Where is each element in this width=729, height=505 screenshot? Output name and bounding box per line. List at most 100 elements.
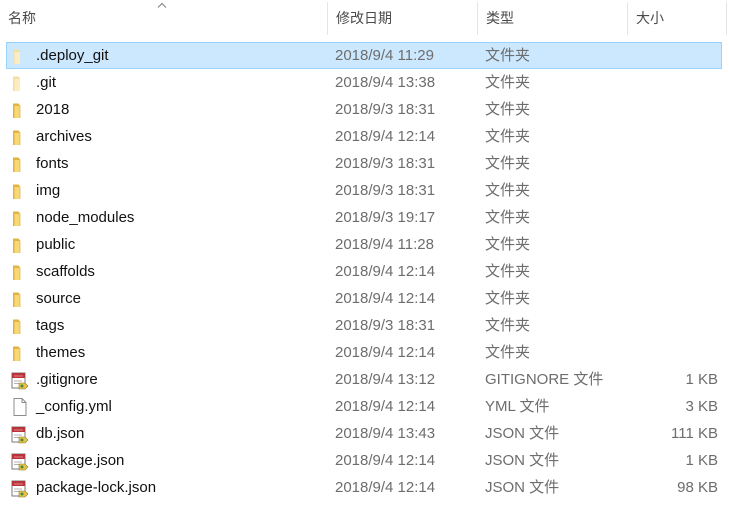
file-modified-date: 2018/9/3 18:31	[335, 317, 436, 334]
file-name: .git	[36, 74, 57, 91]
file-modified-date: 2018/9/4 12:14	[335, 128, 436, 145]
file-modified-date: 2018/9/4 11:29	[335, 47, 434, 64]
file-name: fonts	[36, 155, 69, 172]
file-row[interactable]: .gitignore 2018/9/4 13:12 GITIGNORE 文件 1 KB	[0, 366, 729, 393]
folder-icon	[10, 289, 30, 309]
folder-icon	[10, 208, 30, 228]
file-row[interactable]: .deploy_git 2018/9/4 11:29 文件夹	[0, 42, 729, 69]
file-type: 文件夹	[485, 344, 531, 361]
file-name: db.json	[36, 425, 85, 442]
folder-icon	[10, 127, 30, 147]
file-name: archives	[36, 128, 92, 145]
editor-file-icon	[10, 370, 30, 390]
file-type: 文件夹	[485, 74, 531, 91]
file-size: 3 KB	[685, 398, 718, 415]
editor-file-icon	[10, 478, 30, 498]
file-name: .deploy_git	[36, 47, 109, 64]
folder-light-icon	[10, 73, 30, 93]
file-type: 文件夹	[485, 317, 531, 334]
file-modified-date: 2018/9/3 19:17	[335, 209, 436, 226]
file-type: 文件夹	[485, 236, 531, 253]
file-type: 文件夹	[485, 209, 531, 226]
file-type: 文件夹	[485, 47, 531, 64]
file-size: 111 KB	[671, 425, 718, 442]
file-type: YML 文件	[485, 398, 550, 415]
editor-file-icon	[10, 424, 30, 444]
file-name: scaffolds	[36, 263, 95, 280]
file-name: source	[36, 290, 82, 307]
column-header-type-label: 类型	[486, 10, 514, 26]
file-modified-date: 2018/9/4 12:14	[335, 263, 436, 280]
column-header-name-label: 名称	[8, 10, 36, 26]
file-row[interactable]: source 2018/9/4 12:14 文件夹	[0, 285, 729, 312]
file-row[interactable]: public 2018/9/4 11:28 文件夹	[0, 231, 729, 258]
file-type: 文件夹	[485, 128, 531, 145]
file-row[interactable]: tags 2018/9/3 18:31 文件夹	[0, 312, 729, 339]
file-type: 文件夹	[485, 263, 531, 280]
file-name: img	[36, 182, 61, 199]
folder-icon	[10, 235, 30, 255]
file-row[interactable]: node_modules 2018/9/3 19:17 文件夹	[0, 204, 729, 231]
file-row[interactable]: scaffolds 2018/9/4 12:14 文件夹	[0, 258, 729, 285]
file-row[interactable]: 2018 2018/9/3 18:31 文件夹	[0, 96, 729, 123]
file-name: node_modules	[36, 209, 135, 226]
file-size: 98 KB	[677, 479, 718, 496]
file-row[interactable]: db.json 2018/9/4 13:43 JSON 文件 111 KB	[0, 420, 729, 447]
file-list: .deploy_git 2018/9/4 11:29 文件夹 .git 2018/9/4…	[0, 42, 729, 501]
column-header-date[interactable]: 修改日期	[328, 0, 477, 37]
file-type: JSON 文件	[485, 479, 560, 496]
file-name: .gitignore	[36, 371, 98, 388]
blank-file-icon	[10, 397, 30, 417]
file-row[interactable]: img 2018/9/3 18:31 文件夹	[0, 177, 729, 204]
file-type: 文件夹	[485, 101, 531, 118]
file-modified-date: 2018/9/3 18:31	[335, 182, 436, 199]
file-type: 文件夹	[485, 155, 531, 172]
file-type: JSON 文件	[485, 425, 560, 442]
column-header-size[interactable]: 大小	[628, 0, 726, 37]
file-modified-date: 2018/9/4 12:14	[335, 398, 436, 415]
column-header-size-label: 大小	[636, 10, 664, 26]
file-row[interactable]: themes 2018/9/4 12:14 文件夹	[0, 339, 729, 366]
file-row[interactable]: package.json 2018/9/4 12:14 JSON 文件 1 KB	[0, 447, 729, 474]
file-row[interactable]: _config.yml 2018/9/4 12:14 YML 文件 3 KB	[0, 393, 729, 420]
column-header-date-label: 修改日期	[336, 10, 392, 26]
file-name: _config.yml	[36, 398, 112, 415]
file-name: package.json	[36, 452, 125, 469]
folder-icon	[10, 100, 30, 120]
editor-file-icon	[10, 451, 30, 471]
file-row[interactable]: archives 2018/9/4 12:14 文件夹	[0, 123, 729, 150]
file-modified-date: 2018/9/4 12:14	[335, 290, 436, 307]
file-modified-date: 2018/9/4 13:38	[335, 74, 436, 91]
sort-ascending-icon	[157, 2, 167, 8]
folder-icon	[10, 154, 30, 174]
file-row[interactable]: .git 2018/9/4 13:38 文件夹	[0, 69, 729, 96]
file-name: package-lock.json	[36, 479, 157, 496]
column-divider[interactable]	[726, 2, 727, 35]
column-header-type[interactable]: 类型	[478, 0, 627, 37]
folder-light-icon	[10, 46, 30, 66]
file-modified-date: 2018/9/3 18:31	[335, 101, 436, 118]
file-row[interactable]: fonts 2018/9/3 18:31 文件夹	[0, 150, 729, 177]
file-name: public	[36, 236, 76, 253]
file-row[interactable]: package-lock.json 2018/9/4 12:14 JSON 文件 98…	[0, 474, 729, 501]
file-type: 文件夹	[485, 182, 531, 199]
folder-icon	[10, 181, 30, 201]
file-name: 2018	[36, 101, 70, 118]
folder-icon	[10, 262, 30, 282]
column-header-bar: 名称 修改日期 类型 大小	[0, 0, 729, 37]
file-modified-date: 2018/9/4 11:28	[335, 236, 434, 253]
file-modified-date: 2018/9/3 18:31	[335, 155, 436, 172]
file-type: JSON 文件	[485, 452, 560, 469]
file-type: 文件夹	[485, 290, 531, 307]
file-type: GITIGNORE 文件	[485, 371, 604, 388]
file-modified-date: 2018/9/4 13:12	[335, 371, 436, 388]
file-size: 1 KB	[685, 452, 718, 469]
file-modified-date: 2018/9/4 12:14	[335, 452, 436, 469]
folder-icon	[10, 343, 30, 363]
file-name: themes	[36, 344, 86, 361]
file-modified-date: 2018/9/4 13:43	[335, 425, 436, 442]
file-size: 1 KB	[685, 371, 718, 388]
file-name: tags	[36, 317, 65, 334]
file-modified-date: 2018/9/4 12:14	[335, 344, 436, 361]
file-modified-date: 2018/9/4 12:14	[335, 479, 436, 496]
